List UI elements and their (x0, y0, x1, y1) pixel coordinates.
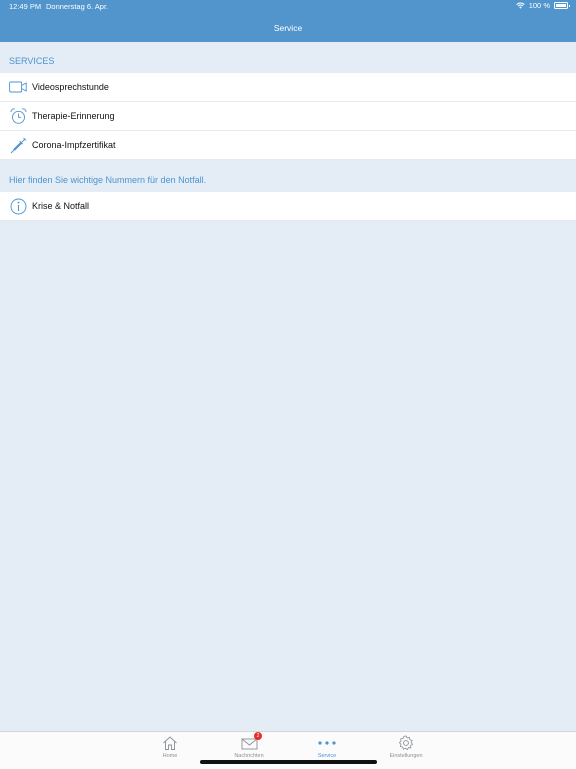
wifi-icon (516, 2, 525, 9)
gear-icon (376, 735, 436, 751)
battery-percent: 100 % (528, 1, 550, 10)
tab-einstellungen[interactable]: Einstellungen (376, 732, 436, 769)
info-circle-icon (9, 197, 27, 215)
tab-label: Nachrichten (234, 753, 264, 759)
more-dots-icon (297, 735, 357, 751)
list-item-label: Krise & Notfall (32, 201, 90, 211)
services-section-header: SERVICES (9, 56, 55, 66)
tab-home[interactable]: Home (140, 732, 200, 769)
tab-label: Einstellungen (389, 753, 423, 759)
emergency-section-header: Hier finden Sie wichtige Nummern für den… (9, 175, 207, 185)
list-item-corona-impfzertifikat[interactable]: Corona-Impfzertifikat (0, 131, 576, 160)
house-icon (140, 735, 200, 751)
home-indicator (200, 760, 377, 764)
page-title: Service (273, 23, 303, 33)
list-item-videosprechstunde[interactable]: Videosprechstunde (0, 73, 576, 102)
syringe-icon (9, 136, 27, 154)
battery-icon (554, 2, 570, 9)
status-date: Donnerstag 6. Apr. (46, 2, 109, 11)
status-indicators: 100 % (516, 1, 570, 10)
tab-label: Home (162, 753, 178, 759)
alarm-clock-icon (9, 107, 27, 125)
video-camera-icon (9, 78, 27, 96)
list-item-label: Corona-Impfzertifikat (32, 140, 116, 150)
tab-label: Service (317, 753, 337, 759)
list-item-therapie-erinnerung[interactable]: Therapie-Erinnerung (0, 102, 576, 131)
status-time: 12:49 PM (9, 2, 42, 11)
list-item-krise-notfall[interactable]: Krise & Notfall (0, 192, 576, 221)
list-item-label: Therapie-Erinnerung (32, 111, 115, 121)
nav-header: 12:49 PM Donnerstag 6. Apr. 100 % Servic… (0, 0, 576, 42)
envelope-icon (219, 735, 279, 751)
list-item-label: Videosprechstunde (32, 82, 109, 92)
unread-badge: 2 (254, 732, 262, 740)
